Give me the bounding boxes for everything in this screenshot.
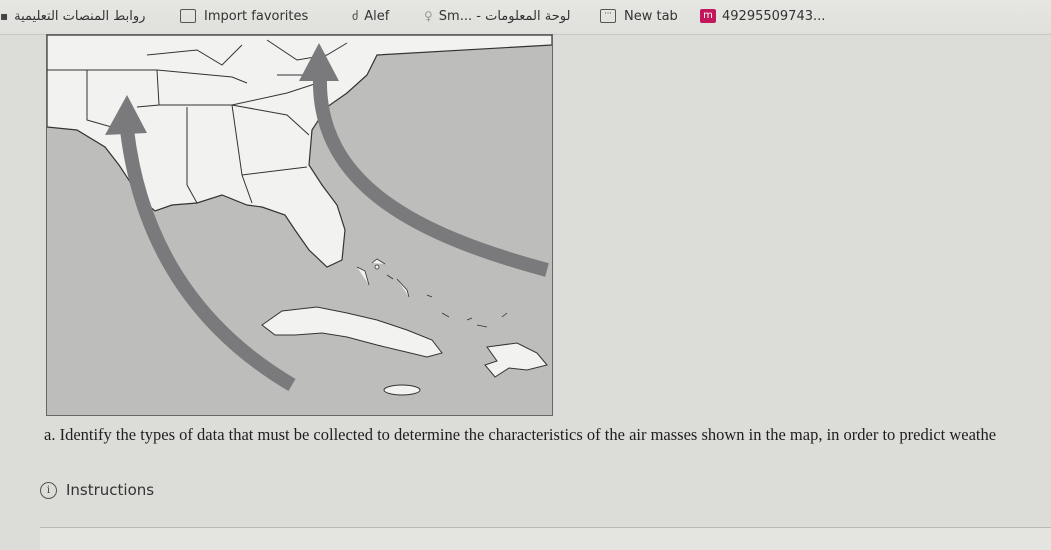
instructions-toggle[interactable]: i Instructions [40, 481, 154, 499]
bookmark-label: روابط المنصات التعليمية [14, 8, 146, 24]
bahamas [356, 258, 508, 328]
newtab-icon: ··· [600, 9, 616, 23]
person-icon: ♀ [424, 9, 433, 23]
bookmark-label: Import favorites [204, 8, 309, 24]
arabic-bookmark-icon: ▪ [0, 9, 9, 23]
import-icon [180, 9, 196, 23]
bookmarks-bar: ▪ روابط المنصات التعليمية Import favorit… [0, 0, 1051, 35]
bookmark-m-link[interactable]: m 49295509743... [700, 6, 825, 26]
bookmark-label: New tab [624, 8, 678, 24]
bookmark-arabic-platforms[interactable]: ▪ روابط المنصات التعليمية [0, 6, 145, 26]
bookmark-label: Sm... - لوحة المعلومات [438, 8, 571, 24]
map-svg [47, 35, 552, 396]
bookmark-label: Alef [364, 8, 390, 24]
jamaica [383, 384, 421, 396]
instructions-label: Instructions [66, 481, 155, 499]
atlantic-air-mass-arrow [312, 76, 549, 277]
air-mass-map [46, 34, 553, 416]
m-icon: m [700, 9, 716, 23]
alef-icon: ძ [352, 9, 359, 23]
hispaniola [484, 342, 548, 378]
question-text: a. Identify the types of data that must … [44, 425, 997, 444]
bookmark-new-tab[interactable]: ··· New tab [600, 6, 678, 26]
bookmark-dashboard[interactable]: ♀ Sm... - لوحة المعلومات [424, 6, 570, 26]
answer-area[interactable] [40, 528, 1051, 550]
info-icon: i [40, 481, 57, 499]
cuba [261, 306, 443, 358]
bookmark-label: 49295509743... [722, 8, 826, 24]
bookmark-import-favorites[interactable]: Import favorites [180, 6, 308, 26]
bookmark-alef[interactable]: ძ Alef [352, 6, 389, 26]
